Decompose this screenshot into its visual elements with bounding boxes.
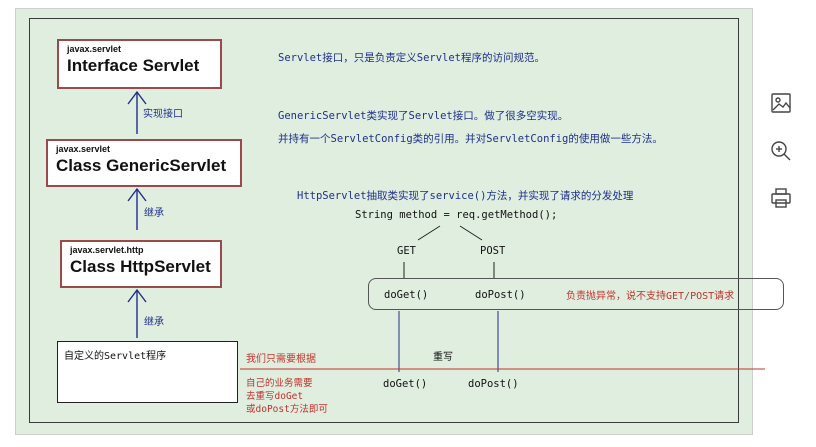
custom-step-1: 自己的业务需要 bbox=[246, 378, 313, 389]
branch-post bbox=[459, 225, 483, 241]
generic-note-1: GenericServlet类实现了Servlet接口。做了很多空实现。 bbox=[278, 110, 569, 122]
zoom-in-icon[interactable] bbox=[766, 136, 796, 166]
override-hint: 我们只需要根据 bbox=[246, 354, 316, 365]
custom-step-2: 去重写doGet bbox=[246, 391, 304, 402]
interface-servlet-box: javax.servlet Interface Servlet bbox=[57, 39, 222, 89]
package-label: javax.servlet bbox=[67, 44, 122, 54]
get-method-code: String method = req.getMethod(); bbox=[355, 209, 558, 221]
http-servlet-box: javax.servlet.http Class HttpServlet bbox=[60, 240, 222, 288]
image-icon[interactable] bbox=[766, 88, 796, 118]
class-name: Class GenericServlet bbox=[56, 156, 227, 175]
parent-dopost: doPost() bbox=[475, 289, 526, 301]
exception-note: 负责抛异常，说不支持GET/POST请求 bbox=[566, 291, 735, 302]
package-label: javax.servlet bbox=[56, 144, 111, 154]
parent-doget: doGet() bbox=[384, 289, 429, 301]
generic-note-2: 并持有一个ServletConfig类的引用。并对ServletConfig的使… bbox=[278, 133, 663, 145]
post-branch-label: POST bbox=[480, 245, 506, 257]
servlet-note: Servlet接口，只是负责定义Servlet程序的访问规范。 bbox=[278, 52, 546, 64]
package-label: javax.servlet.http bbox=[70, 245, 144, 255]
custom-step-3: 或doPost方法即可 bbox=[246, 404, 328, 415]
implements-label: 实现接口 bbox=[143, 109, 183, 120]
get-branch-label: GET bbox=[397, 245, 416, 257]
branch-get bbox=[417, 225, 441, 241]
child-doget: doGet() bbox=[383, 378, 428, 390]
class-name: Interface Servlet bbox=[67, 56, 200, 75]
class-name: Class HttpServlet bbox=[70, 257, 211, 276]
custom-servlet-box: 自定义的Servlet程序 bbox=[57, 341, 238, 403]
override-label: 重写 bbox=[433, 352, 453, 363]
child-dopost: doPost() bbox=[468, 378, 519, 390]
http-note: HttpServlet抽取类实现了service()方法，并实现了请求的分发处理 bbox=[297, 190, 634, 202]
extends-label-1: 继承 bbox=[144, 208, 164, 219]
generic-servlet-box: javax.servlet Class GenericServlet bbox=[46, 139, 242, 187]
extends-label-2: 继承 bbox=[144, 317, 164, 328]
custom-servlet-label: 自定义的Servlet程序 bbox=[64, 351, 167, 362]
print-icon[interactable] bbox=[766, 183, 796, 213]
